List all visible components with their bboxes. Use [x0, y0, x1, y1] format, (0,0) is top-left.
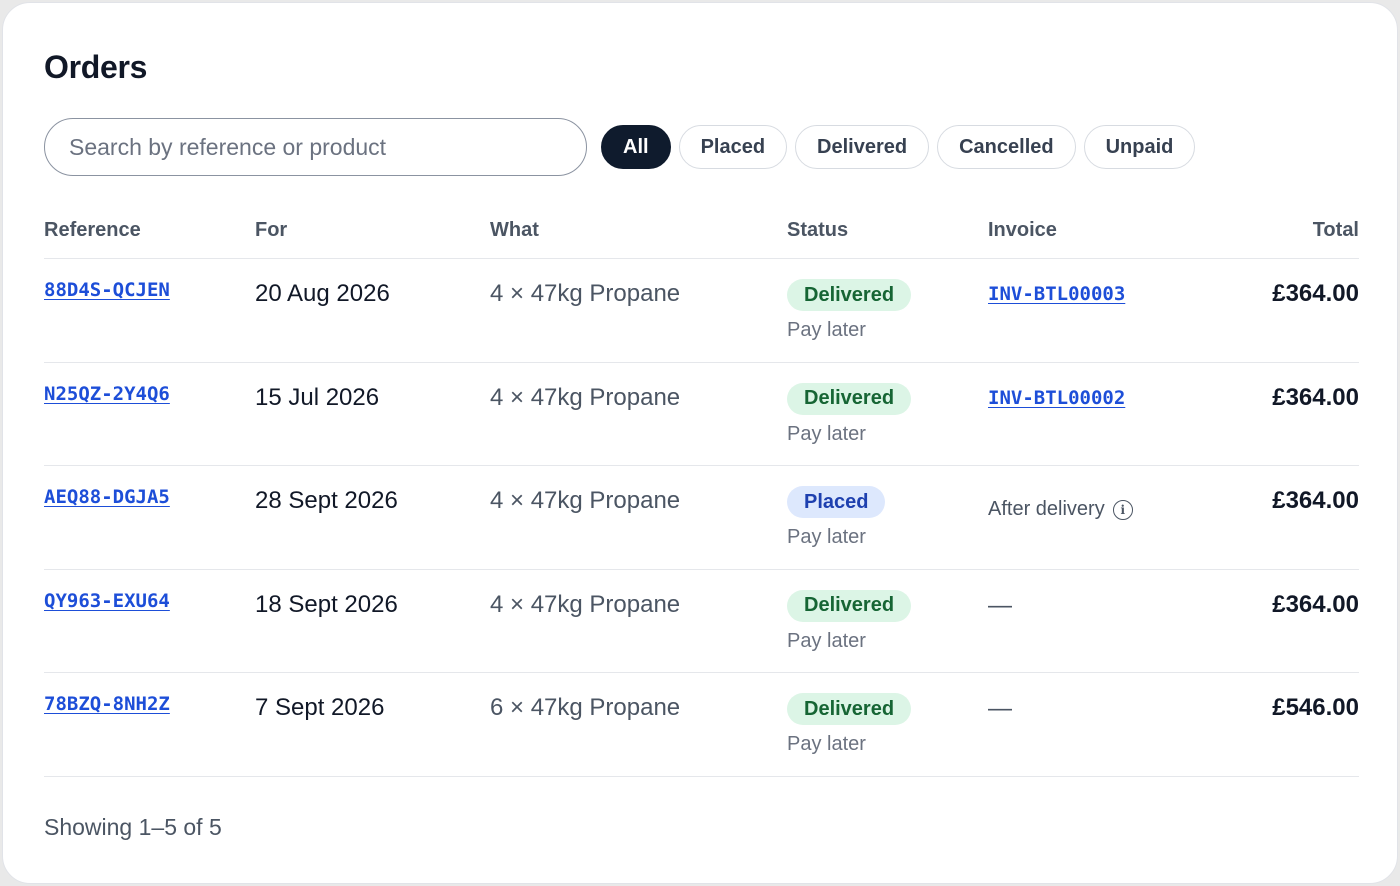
- table-row: 88D4S-QCJEN 20 Aug 2026 4 × 47kg Propane…: [44, 259, 1359, 363]
- order-reference-link[interactable]: N25QZ-2Y4Q6: [44, 383, 170, 405]
- status-badge: Delivered: [787, 589, 912, 622]
- order-date: 7 Sept 2026: [255, 694, 385, 721]
- table-header: Reference For What Status Invoice Total: [44, 217, 1359, 259]
- invoice-pending: After delivery i: [988, 498, 1133, 521]
- order-date: 18 Sept 2026: [255, 590, 398, 618]
- status-badge: Placed: [787, 486, 886, 518]
- header-reference: Reference: [44, 219, 141, 241]
- order-product: 4 × 47kg Propane: [490, 383, 681, 411]
- table-row: QY963-EXU64 18 Sept 2026 4 × 47kg Propan…: [44, 570, 1359, 673]
- order-product: 4 × 47kg Propane: [490, 487, 681, 514]
- status-filter-group: All Placed Delivered Cancelled Unpaid: [601, 125, 1196, 169]
- filter-all[interactable]: All: [601, 125, 671, 169]
- filter-delivered[interactable]: Delivered: [795, 125, 930, 169]
- order-reference-link[interactable]: 78BZQ-8NH2Z: [44, 693, 170, 715]
- status-badge: Delivered: [787, 279, 912, 311]
- invoice-pending-label: After delivery: [988, 498, 1105, 520]
- table-row: 78BZQ-8NH2Z 7 Sept 2026 6 × 47kg Propane…: [44, 673, 1359, 777]
- order-total: £364.00: [1272, 590, 1359, 618]
- invoice-link[interactable]: INV-BTL00003: [988, 283, 1125, 305]
- header-invoice: Invoice: [988, 219, 1057, 241]
- table-row: AEQ88-DGJA5 28 Sept 2026 4 × 47kg Propan…: [44, 466, 1359, 570]
- status-badge: Delivered: [787, 693, 912, 725]
- order-total: £364.00: [1272, 487, 1359, 514]
- payment-method: Pay later: [787, 733, 866, 755]
- orders-card: Orders All Placed Delivered Cancelled Un…: [2, 2, 1398, 884]
- invoice-empty: —: [988, 591, 1012, 619]
- order-reference-link[interactable]: 88D4S-QCJEN: [44, 279, 170, 301]
- filter-cancelled[interactable]: Cancelled: [937, 125, 1076, 169]
- page-title: Orders: [44, 49, 148, 85]
- payment-method: Pay later: [787, 629, 866, 652]
- order-product: 4 × 47kg Propane: [490, 590, 681, 618]
- header-total: Total: [1312, 219, 1359, 241]
- payment-method: Pay later: [787, 526, 866, 548]
- order-product: 6 × 47kg Propane: [490, 694, 681, 721]
- table-row: N25QZ-2Y4Q6 15 Jul 2026 4 × 47kg Propane…: [44, 363, 1359, 466]
- orders-table-body: 88D4S-QCJEN 20 Aug 2026 4 × 47kg Propane…: [44, 259, 1359, 777]
- pagination-summary: Showing 1–5 of 5: [44, 814, 222, 840]
- filter-placed[interactable]: Placed: [678, 125, 788, 169]
- payment-method: Pay later: [787, 319, 866, 341]
- order-reference-link[interactable]: QY963-EXU64: [44, 590, 170, 612]
- order-date: 20 Aug 2026: [255, 280, 390, 307]
- order-product: 4 × 47kg Propane: [490, 280, 681, 307]
- header-for: For: [255, 219, 288, 241]
- info-icon[interactable]: i: [1112, 499, 1133, 520]
- order-date: 15 Jul 2026: [255, 383, 380, 411]
- order-date: 28 Sept 2026: [255, 487, 398, 514]
- invoice-link[interactable]: INV-BTL00002: [988, 387, 1125, 409]
- status-badge: Delivered: [787, 382, 912, 415]
- search-input[interactable]: [44, 118, 587, 176]
- order-total: £546.00: [1272, 694, 1359, 721]
- header-what: What: [490, 219, 539, 241]
- order-total: £364.00: [1272, 280, 1359, 307]
- order-reference-link[interactable]: AEQ88-DGJA5: [44, 486, 170, 508]
- order-total: £364.00: [1272, 383, 1359, 411]
- invoice-empty: —: [988, 695, 1012, 722]
- header-status: Status: [787, 219, 849, 241]
- payment-method: Pay later: [787, 422, 866, 445]
- filter-unpaid[interactable]: Unpaid: [1083, 125, 1196, 169]
